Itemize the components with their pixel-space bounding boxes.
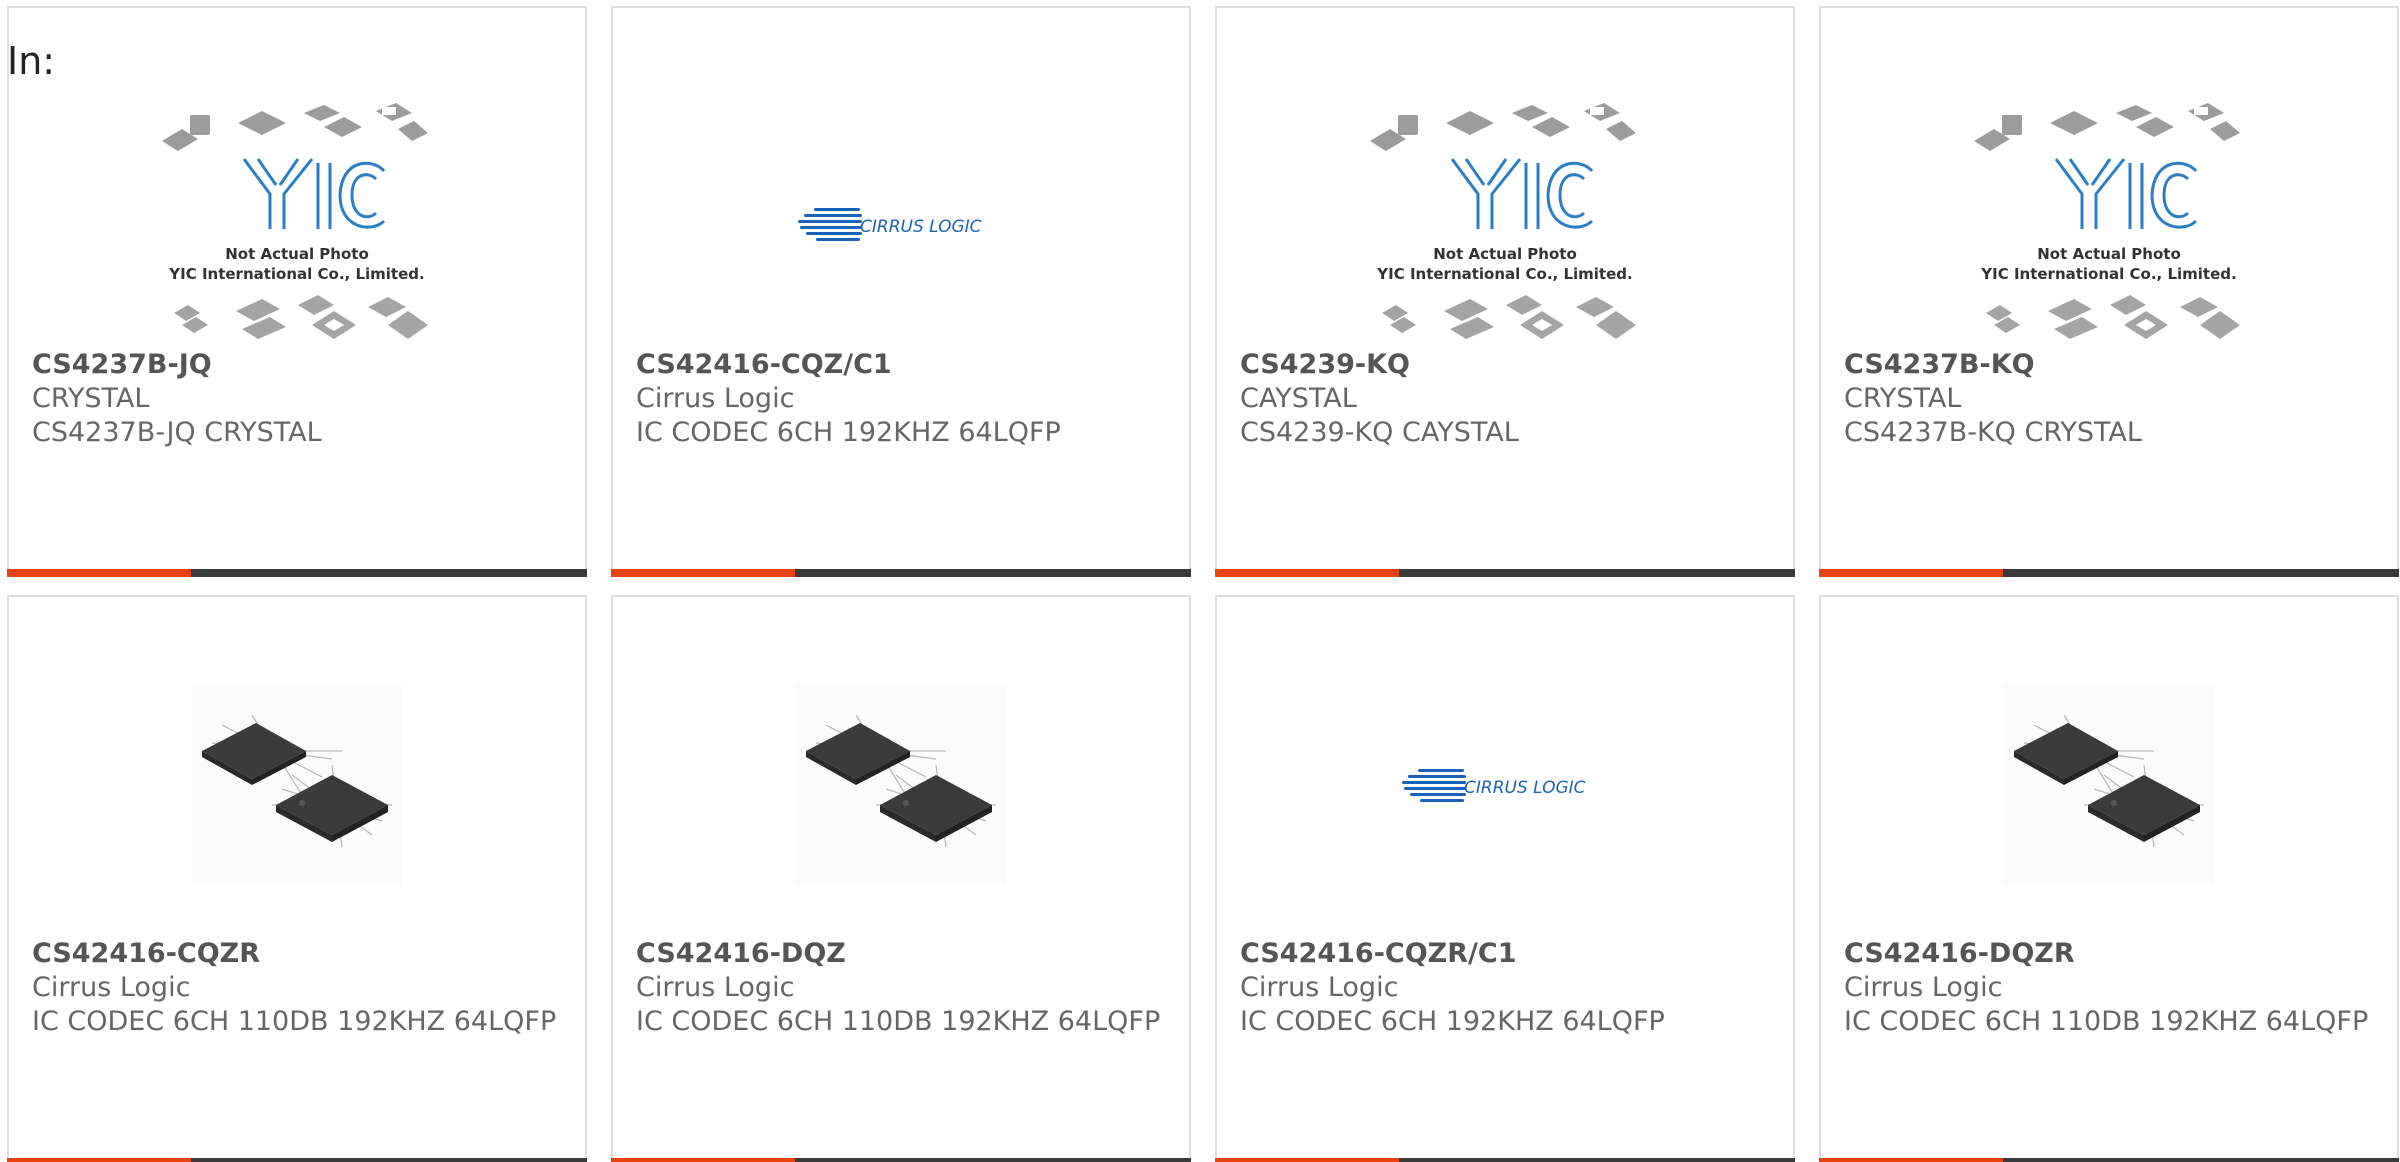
chip-photo-image (796, 685, 1006, 885)
product-thumbnail[interactable]: CIRRUS LOGIC (613, 94, 1189, 354)
card-accent-bar (611, 569, 795, 577)
product-card[interactable]: CS42416-CQZR Cirrus Logic IC CODEC 6CH 110… (7, 595, 587, 1162)
product-card[interactable]: CIRRUS LOGIC CS42416-CQZ/C1 Cirrus Logic I… (611, 6, 1191, 577)
manufacturer-name: Cirrus Logic (32, 972, 191, 1003)
filter-label: In: (7, 39, 56, 83)
card-accent-bar (7, 1158, 191, 1162)
manufacturer-name: CRYSTAL (1844, 383, 1962, 414)
product-info: CS42416-CQZR Cirrus Logic IC CODEC 6CH 110… (32, 937, 565, 1039)
card-accent-bar (611, 1158, 795, 1162)
part-number-link[interactable]: CS4237B-JQ (32, 348, 565, 382)
card-bottom-bar (7, 569, 587, 577)
manufacturer-name: Cirrus Logic (1240, 972, 1399, 1003)
product-info: CS42416-CQZR/C1 Cirrus Logic IC CODEC 6CH … (1240, 937, 1773, 1039)
caption-line2: YIC International Co., Limited. (168, 265, 424, 283)
card-accent-bar (7, 569, 191, 577)
cirrus-logo-text: CIRRUS LOGIC (1464, 778, 1586, 798)
product-card[interactable]: Not Actual Photo YIC International Co., … (7, 6, 587, 577)
product-info: CS42416-DQZR Cirrus Logic IC CODEC 6CH 110… (1844, 937, 2377, 1039)
manufacturer-name: Cirrus Logic (1844, 972, 2003, 1003)
card-bottom-bar (1215, 569, 1795, 577)
product-thumbnail[interactable]: Not Actual Photo YIC International Co., … (1821, 94, 2397, 354)
card-bottom-bar (611, 569, 1191, 577)
manufacturer-name: CRYSTAL (32, 383, 150, 414)
part-number-link[interactable]: CS4239-KQ (1240, 348, 1773, 382)
manufacturer-name: Cirrus Logic (636, 383, 795, 414)
chip-photo-image (192, 685, 402, 885)
cirrus-logic-logo: CIRRUS LOGIC (1402, 769, 1586, 802)
product-thumbnail[interactable] (9, 655, 585, 915)
part-number-link[interactable]: CS42416-CQZR (32, 937, 565, 971)
product-info: CS4237B-KQ CRYSTAL CS4237B-KQ CRYSTAL (1844, 348, 2377, 450)
caption-line1: Not Actual Photo (1433, 245, 1577, 263)
product-description: IC CODEC 6CH 192KHZ 64LQFP (636, 417, 1061, 448)
product-info: CS42416-DQZ Cirrus Logic IC CODEC 6CH 110D… (636, 937, 1169, 1039)
product-card[interactable]: Not Actual Photo YIC International Co., … (1819, 6, 2399, 577)
product-card[interactable]: Not Actual Photo YIC International Co., … (1215, 6, 1795, 577)
caption-line2: YIC International Co., Limited. (1376, 265, 1632, 283)
card-accent-bar (1215, 569, 1399, 577)
part-number-link[interactable]: CS42416-DQZ (636, 937, 1169, 971)
manufacturer-name: Cirrus Logic (636, 972, 795, 1003)
product-card[interactable]: CIRRUS LOGIC CS42416-CQZR/C1 Cirrus Logic… (1215, 595, 1795, 1162)
card-accent-bar (1819, 1158, 2003, 1162)
product-description: CS4237B-JQ CRYSTAL (32, 417, 322, 448)
yic-placeholder-image: Not Actual Photo YIC International Co., … (1370, 103, 1636, 339)
caption-line1: Not Actual Photo (225, 245, 369, 263)
part-number-link[interactable]: CS42416-DQZR (1844, 937, 2377, 971)
product-thumbnail[interactable]: Not Actual Photo YIC International Co., … (1217, 94, 1793, 354)
product-description: IC CODEC 6CH 110DB 192KHZ 64LQFP (1844, 1006, 2369, 1037)
part-number-link[interactable]: CS42416-CQZ/C1 (636, 348, 1169, 382)
chip-photo-image (2004, 685, 2214, 885)
product-info: CS4239-KQ CAYSTAL CS4239-KQ CAYSTAL (1240, 348, 1773, 450)
card-bottom-bar (7, 1158, 587, 1162)
card-bottom-bar (611, 1158, 1191, 1162)
product-description: IC CODEC 6CH 110DB 192KHZ 64LQFP (636, 1006, 1161, 1037)
part-number-link[interactable]: CS4237B-KQ (1844, 348, 2377, 382)
cirrus-logo-text: CIRRUS LOGIC (860, 217, 982, 237)
caption-line2: YIC International Co., Limited. (1980, 265, 2236, 283)
product-card[interactable]: CS42416-DQZ Cirrus Logic IC CODEC 6CH 110D… (611, 595, 1191, 1162)
product-description: CS4239-KQ CAYSTAL (1240, 417, 1519, 448)
product-thumbnail[interactable] (1821, 655, 2397, 915)
yic-placeholder-image: Not Actual Photo YIC International Co., … (1974, 103, 2240, 339)
product-info: CS42416-CQZ/C1 Cirrus Logic IC CODEC 6CH 1… (636, 348, 1169, 450)
part-number-link[interactable]: CS42416-CQZR/C1 (1240, 937, 1773, 971)
product-card[interactable]: CS42416-DQZR Cirrus Logic IC CODEC 6CH 110… (1819, 595, 2399, 1162)
card-bottom-bar (1819, 569, 2399, 577)
caption-line1: Not Actual Photo (2037, 245, 2181, 263)
product-grid: Not Actual Photo YIC International Co., … (7, 6, 2399, 1162)
cirrus-logic-logo: CIRRUS LOGIC (798, 208, 982, 241)
card-accent-bar (1215, 1158, 1399, 1162)
product-thumbnail[interactable]: CIRRUS LOGIC (1217, 655, 1793, 915)
product-thumbnail[interactable]: Not Actual Photo YIC International Co., … (9, 94, 585, 354)
card-bottom-bar (1819, 1158, 2399, 1162)
card-accent-bar (1819, 569, 2003, 577)
card-bottom-bar (1215, 1158, 1795, 1162)
product-info: CS4237B-JQ CRYSTAL CS4237B-JQ CRYSTAL (32, 348, 565, 450)
product-description: CS4237B-KQ CRYSTAL (1844, 417, 2142, 448)
product-description: IC CODEC 6CH 192KHZ 64LQFP (1240, 1006, 1665, 1037)
yic-placeholder-image: Not Actual Photo YIC International Co., … (162, 103, 428, 339)
manufacturer-name: CAYSTAL (1240, 383, 1357, 414)
product-thumbnail[interactable] (613, 655, 1189, 915)
product-grid-page: In: Not Actual Photo YIC International C… (0, 0, 2400, 1162)
product-description: IC CODEC 6CH 110DB 192KHZ 64LQFP (32, 1006, 557, 1037)
